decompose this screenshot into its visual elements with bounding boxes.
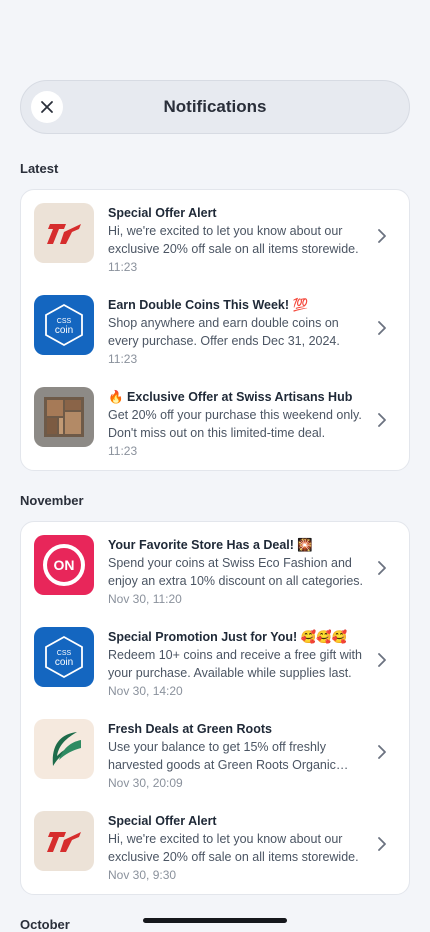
on-logo-text: ON <box>54 557 75 573</box>
notification-item[interactable]: CSS coin Special Promotion Just for You!… <box>21 614 409 706</box>
notification-title: Special Offer Alert <box>108 206 217 220</box>
notification-body: Get 20% off your purchase this weekend o… <box>108 408 362 440</box>
notification-title: Your Favorite Store Has a Deal! 🎇 <box>108 538 313 552</box>
coupon-logo-icon <box>34 203 94 263</box>
home-indicator[interactable] <box>143 918 287 923</box>
coin-logo-text: coin <box>55 325 73 336</box>
notification-body: Redeem 10+ coins and receive a free gift… <box>108 648 362 680</box>
section-label-october: October <box>20 917 70 932</box>
chevron-right-icon <box>378 653 386 667</box>
chevron-right-icon <box>378 561 386 575</box>
section-label-latest: Latest <box>20 161 59 176</box>
notification-card-november: ON Your Favorite Store Has a Deal! 🎇 Spe… <box>20 521 410 895</box>
notification-time: Nov 30, 11:20 <box>108 592 182 606</box>
section-label-november: November <box>20 493 84 508</box>
notifications-screen: Notifications Latest Special Offer Alert… <box>0 0 430 932</box>
css-coin-logo-icon: CSS coin <box>34 295 94 355</box>
notification-item[interactable]: Fresh Deals at Green Roots Use your bala… <box>21 706 409 798</box>
header-bar: Notifications <box>20 80 410 134</box>
notification-time: Nov 30, 20:09 <box>108 776 183 790</box>
coin-logo-text: coin <box>55 657 73 668</box>
notification-body: Hi, we're excited to let you know about … <box>108 832 359 864</box>
notification-time: 11:23 <box>108 260 138 274</box>
notification-item[interactable]: Special Offer Alert Hi, we're excited to… <box>21 798 409 890</box>
notification-body: Spend your coins at Swiss Eco Fashion an… <box>108 556 364 588</box>
chevron-right-icon <box>378 745 386 759</box>
notification-card-latest: Special Offer Alert Hi, we're excited to… <box>20 189 410 471</box>
on-logo-icon: ON <box>34 535 94 595</box>
notification-item[interactable]: ON Your Favorite Store Has a Deal! 🎇 Spe… <box>21 522 409 614</box>
coupon-logo-icon <box>34 811 94 871</box>
css-logo-text: CSS <box>57 650 72 657</box>
notification-time: Nov 30, 9:30 <box>108 868 177 882</box>
notification-title: Special Promotion Just for You! 🥰🥰🥰 <box>108 630 348 644</box>
notification-title: Special Offer Alert <box>108 814 217 828</box>
notification-title: 🔥 Exclusive Offer at Swiss Artisans Hub <box>108 390 353 404</box>
notification-title: Fresh Deals at Green Roots <box>108 722 272 736</box>
notification-title: Earn Double Coins This Week! 💯 <box>108 298 309 312</box>
chevron-right-icon <box>378 229 386 243</box>
notification-time: 11:23 <box>108 444 138 458</box>
notification-item[interactable]: 🔥 Exclusive Offer at Swiss Artisans Hub … <box>21 374 409 466</box>
notification-body: Use your balance to get 15% off freshly … <box>108 740 336 772</box>
notification-body: Shop anywhere and earn double coins on e… <box>108 316 340 348</box>
page-title: Notifications <box>163 97 267 116</box>
green-leaf-logo-icon <box>34 719 94 779</box>
chevron-right-icon <box>378 321 386 335</box>
css-logo-text: CSS <box>57 318 72 325</box>
notification-item[interactable]: CSS coin Earn Double Coins This Week! 💯 … <box>21 282 409 374</box>
wood-blocks-image-icon <box>34 387 94 447</box>
chevron-right-icon <box>378 837 386 851</box>
css-coin-logo-icon: CSS coin <box>34 627 94 687</box>
notification-time: 11:23 <box>108 352 138 366</box>
notification-item[interactable]: Special Offer Alert Hi, we're excited to… <box>21 190 409 282</box>
chevron-right-icon <box>378 413 386 427</box>
notification-time: Nov 30, 14:20 <box>108 684 183 698</box>
notification-body: Hi, we're excited to let you know about … <box>108 224 359 256</box>
